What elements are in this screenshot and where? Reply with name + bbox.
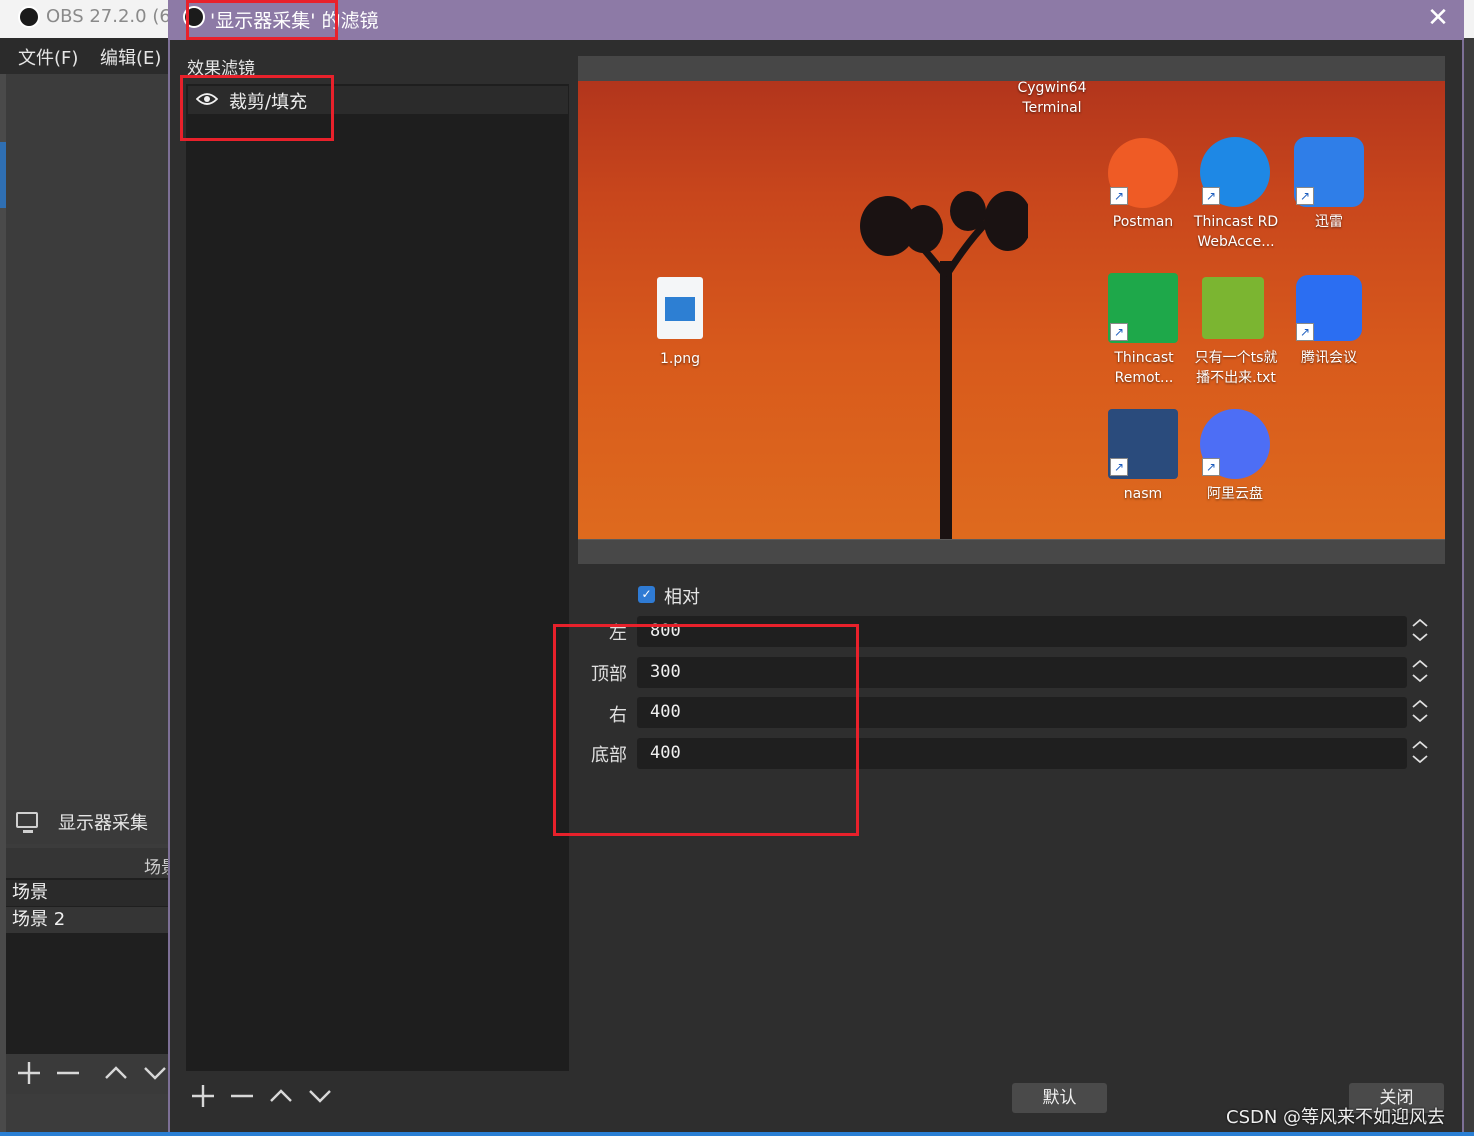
shortcut-arrow-icon: ↗ xyxy=(1110,323,1128,341)
top-spin-buttons[interactable] xyxy=(1409,657,1431,688)
bottom-spin-buttons[interactable] xyxy=(1409,738,1431,769)
chevron-down-icon xyxy=(144,1067,166,1080)
filter-list xyxy=(186,84,569,1071)
main-selection-strip xyxy=(0,142,6,208)
source-name[interactable]: 显示器采集 xyxy=(58,809,148,835)
chevron-up-icon xyxy=(270,1089,292,1102)
default-button[interactable]: 默认 xyxy=(1012,1083,1107,1113)
main-window-title: OBS 27.2.0 (64 xyxy=(46,6,183,27)
chevron-up-icon xyxy=(105,1066,127,1079)
desktop-label: Thincast Remot... xyxy=(1114,350,1174,386)
text-file-icon xyxy=(1202,277,1264,339)
menu-edit[interactable]: 编辑(E) xyxy=(100,44,161,70)
move-filter-up-button[interactable] xyxy=(266,1081,296,1111)
left-spin-buttons[interactable] xyxy=(1409,616,1431,647)
scene-item[interactable]: 场景 xyxy=(6,880,170,906)
desktop-label: Thincast RD WebAcce... xyxy=(1193,214,1279,250)
desktop-label-cygwin: Cygwin64 Terminal xyxy=(1017,81,1087,116)
chevron-up-icon[interactable] xyxy=(1409,738,1431,752)
right-spin-buttons[interactable] xyxy=(1409,697,1431,728)
image-file-icon xyxy=(657,277,703,339)
minus-icon xyxy=(231,1094,253,1098)
preview-top-bar xyxy=(578,56,1445,82)
desktop-label: Postman xyxy=(1112,214,1174,230)
highlight-box-properties xyxy=(553,624,859,836)
preview-bottom-bar xyxy=(578,539,1445,564)
chevron-down-icon[interactable] xyxy=(1409,711,1431,725)
close-icon[interactable]: ✕ xyxy=(1424,3,1452,33)
menu-file[interactable]: 文件(F) xyxy=(18,44,78,70)
chevron-down-icon[interactable] xyxy=(1409,752,1431,766)
move-filter-down-button[interactable] xyxy=(305,1081,335,1111)
shortcut-arrow-icon: ↗ xyxy=(1110,187,1128,205)
chevron-up-icon[interactable] xyxy=(1409,616,1431,630)
monitor-stand xyxy=(23,830,33,833)
add-filter-button[interactable] xyxy=(188,1081,218,1111)
desktop-label-png: 1.png xyxy=(659,351,700,367)
chevron-down-icon[interactable] xyxy=(1409,630,1431,644)
add-scene-button[interactable] xyxy=(14,1058,44,1088)
highlight-box-filter xyxy=(180,75,334,141)
desktop-label: 迅雷 xyxy=(1315,214,1343,230)
taskbar-edge xyxy=(0,1132,1474,1136)
scene-item[interactable]: 场景 2 xyxy=(6,907,170,933)
remove-filter-button[interactable] xyxy=(227,1081,257,1111)
chevron-up-icon[interactable] xyxy=(1409,657,1431,671)
chevron-down-icon xyxy=(309,1090,331,1103)
monitor-icon xyxy=(16,812,38,828)
chevron-up-icon[interactable] xyxy=(1409,697,1431,711)
preview-desktop-image: Cygwin64 Terminal 1.png ↗ Postman ↗ Thin… xyxy=(578,81,1445,539)
obs-logo-icon xyxy=(18,6,40,28)
shortcut-arrow-icon: ↗ xyxy=(1202,458,1220,476)
desktop-label: 腾讯会议 xyxy=(1301,350,1357,366)
lamp-post-silhouette xyxy=(860,191,1028,539)
minus-icon xyxy=(57,1071,79,1075)
remove-scene-button[interactable] xyxy=(53,1058,83,1088)
desktop-label: 阿里云盘 xyxy=(1207,486,1263,502)
shortcut-arrow-icon: ↗ xyxy=(1110,458,1128,476)
desktop-label: 只有一个ts就 播不出来.txt xyxy=(1194,350,1278,386)
move-scene-down-button[interactable] xyxy=(140,1058,170,1088)
shortcut-arrow-icon: ↗ xyxy=(1202,187,1220,205)
chevron-down-icon[interactable] xyxy=(1409,671,1431,685)
highlight-box-title xyxy=(186,0,338,40)
move-scene-up-button[interactable] xyxy=(101,1058,131,1088)
relative-label: 相对 xyxy=(664,587,700,608)
relative-checkbox[interactable]: ✓ xyxy=(638,586,655,603)
plus-icon xyxy=(192,1085,214,1107)
plus-icon xyxy=(18,1062,40,1084)
csdn-watermark: CSDN @等风来不如迎风去 xyxy=(1226,1107,1446,1128)
desktop-label: nasm xyxy=(1123,486,1163,502)
shortcut-arrow-icon: ↗ xyxy=(1296,323,1314,341)
shortcut-arrow-icon: ↗ xyxy=(1296,187,1314,205)
